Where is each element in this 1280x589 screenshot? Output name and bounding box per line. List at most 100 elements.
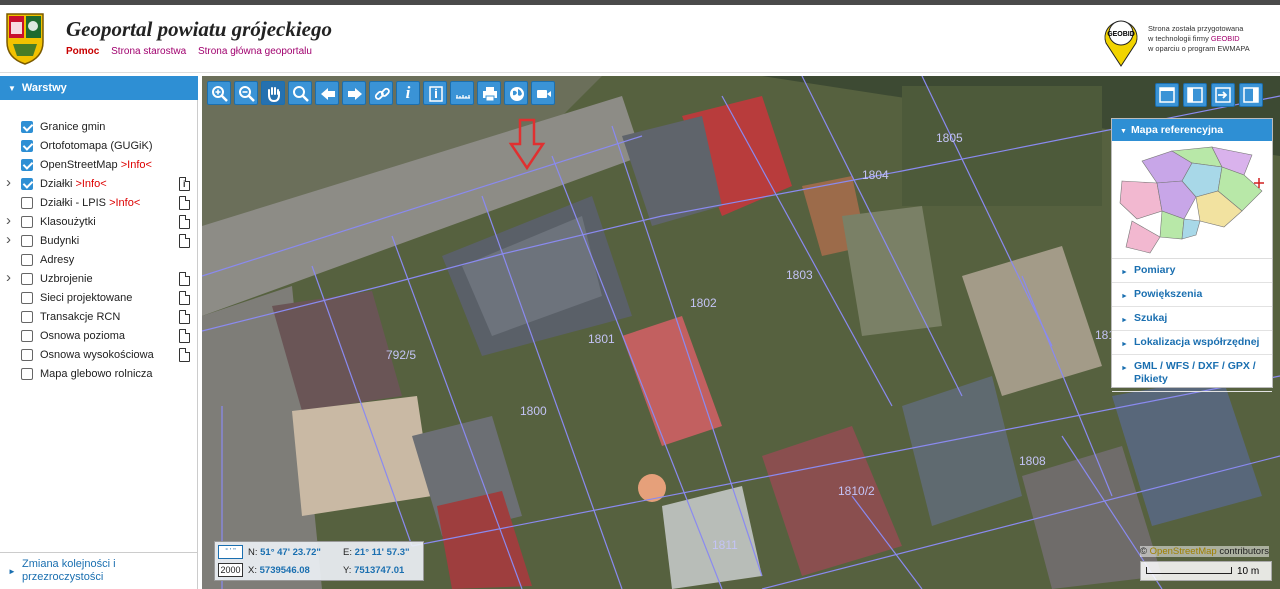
info-icon: i (405, 83, 411, 102)
layer-item[interactable]: Działki - LPIS >Info< (0, 194, 198, 213)
print-button[interactable] (477, 81, 501, 105)
layer-info-document-icon[interactable] (179, 177, 190, 191)
layer-info-link[interactable]: >Info< (121, 159, 152, 171)
layer-order-label-1: Zmiana kolejności i (22, 558, 116, 570)
back-button[interactable] (315, 81, 339, 105)
layer-document-icon[interactable] (179, 196, 190, 210)
layer-item[interactable]: Adresy (0, 251, 198, 270)
layer-document-icon[interactable] (179, 310, 190, 324)
layer-info-link[interactable]: >Info< (109, 197, 140, 209)
layer-checkbox[interactable] (21, 197, 33, 209)
info-button[interactable]: i (396, 81, 420, 105)
y-label: Y: (343, 565, 352, 576)
layer-checkbox[interactable] (21, 273, 33, 285)
layer-checkbox[interactable] (21, 254, 33, 266)
pan-button[interactable] (261, 81, 285, 105)
reference-menu-label: Szukaj (1134, 312, 1168, 324)
zoom-window-button[interactable] (288, 81, 312, 105)
layers-panel-header[interactable]: ▼ Warstwy (0, 76, 198, 100)
layer-document-icon[interactable] (179, 272, 190, 286)
layers-panel-title: Warstwy (21, 82, 67, 94)
layers-sidebar: ▼ Warstwy Granice gmin Ortofotomapa (GUGiK… (0, 76, 198, 589)
reference-menu-item[interactable]: ► GML / WFS / DXF / GPX / Pikiety (1112, 355, 1272, 392)
layout-export-button[interactable] (1211, 83, 1235, 107)
layer-checkbox[interactable] (21, 121, 33, 133)
zoom-out-button[interactable] (234, 81, 258, 105)
layer-checkbox[interactable] (21, 140, 33, 152)
layer-document-icon[interactable] (179, 348, 190, 362)
layer-info-link[interactable]: >Info< (75, 178, 106, 190)
chevron-right-icon[interactable]: › (6, 212, 11, 229)
layer-checkbox[interactable] (21, 330, 33, 342)
geoportal-home-link[interactable]: Strona główna geoportalu (198, 46, 312, 57)
reference-map-title: Mapa referencyjna (1130, 124, 1224, 136)
layer-checkbox[interactable] (21, 178, 33, 190)
layer-checkbox[interactable] (21, 368, 33, 380)
layer-label: Budynki (40, 235, 79, 247)
chevron-right-icon[interactable]: › (6, 174, 11, 191)
globe-button[interactable] (504, 81, 528, 105)
pan-hand-icon (268, 87, 280, 102)
layer-item[interactable]: › Uzbrojenie (0, 269, 198, 289)
geobid-logo[interactable]: GEOBID (1102, 15, 1140, 67)
layer-checkbox[interactable] (21, 349, 33, 361)
parcel-number-label: 1811 (712, 538, 738, 552)
layer-checkbox[interactable] (21, 311, 33, 323)
x-value: 5739546.08 (259, 565, 310, 576)
layer-name: Mapa glebowo rolnicza (40, 368, 153, 380)
layer-item[interactable]: Osnowa pozioma (0, 327, 198, 346)
county-overview-map[interactable] (1112, 141, 1272, 259)
layer-item[interactable]: Osnowa wysokościowa (0, 346, 198, 365)
layout-right-button[interactable] (1239, 83, 1263, 107)
coordinate-format-toggle[interactable]: ° ' " (218, 545, 243, 559)
help-link[interactable]: Pomoc (66, 46, 99, 57)
parcel-number-label: 1801 (588, 332, 615, 346)
layer-label: OpenStreetMap >Info< (40, 159, 152, 171)
layout-full-button[interactable] (1155, 83, 1179, 107)
scale-input[interactable]: 2000 (218, 563, 243, 577)
zoom-out-icon (239, 86, 255, 102)
scale-bar-line (1146, 567, 1232, 574)
layer-checkbox[interactable] (21, 292, 33, 304)
reference-menu-item[interactable]: ► Lokalizacja współrzędnej (1112, 331, 1272, 355)
chevron-right-icon: ► (1121, 269, 1128, 276)
layer-item[interactable]: › Działki >Info< (0, 174, 198, 194)
chevron-right-icon[interactable]: › (6, 231, 11, 248)
layer-item[interactable]: › Klasoużytki (0, 212, 198, 232)
county-office-link[interactable]: Strona starostwa (111, 46, 186, 57)
geobid-credit-line2: w technologii firmy GEOBID (1148, 34, 1276, 44)
osm-link[interactable]: OpenStreetMap (1150, 546, 1217, 557)
layer-document-icon[interactable] (179, 234, 190, 248)
layer-item[interactable]: › Budynki (0, 231, 198, 251)
reference-map-header[interactable]: ▼ Mapa referencyjna (1112, 119, 1272, 141)
layer-document-icon[interactable] (179, 291, 190, 305)
layer-item[interactable]: Granice gmin (0, 118, 198, 137)
reference-menu-item[interactable]: ► Szukaj (1112, 307, 1272, 331)
layer-item[interactable]: Sieci projektowane (0, 289, 198, 308)
layer-item[interactable]: Transakcje RCN (0, 308, 198, 327)
forward-button[interactable] (342, 81, 366, 105)
layer-item[interactable]: Ortofotomapa (GUGiK) (0, 137, 198, 156)
layer-item[interactable]: OpenStreetMap >Info< (0, 156, 198, 175)
layer-checkbox[interactable] (21, 235, 33, 247)
layer-document-icon[interactable] (179, 215, 190, 229)
layer-label: Osnowa pozioma (40, 330, 125, 342)
chevron-right-icon[interactable]: › (6, 269, 11, 286)
layout-left-button[interactable] (1183, 83, 1207, 107)
measure-button[interactable] (450, 81, 474, 105)
link-button[interactable] (369, 81, 393, 105)
reference-menu-item[interactable]: ► Pomiary (1112, 259, 1272, 283)
map-view[interactable]: 1805 1804 1803 1802 1801 792/5 1800 181 1810/2 18… (202, 76, 1280, 589)
zoom-in-button[interactable] (207, 81, 231, 105)
info-list-button[interactable] (423, 81, 447, 105)
layer-checkbox[interactable] (21, 159, 33, 171)
reference-menu-item[interactable]: ► Powiększenia (1112, 283, 1272, 307)
layer-checkbox[interactable] (21, 216, 33, 228)
video-button[interactable] (531, 81, 555, 105)
reference-map[interactable] (1112, 141, 1272, 259)
layer-document-icon[interactable] (179, 329, 190, 343)
layer-item[interactable]: Mapa glebowo rolnicza (0, 365, 198, 384)
layer-order-button[interactable]: ► Zmiana kolejności i przezroczystości (0, 552, 198, 589)
geobid-brand-link[interactable]: GEOBID (1211, 34, 1240, 43)
longitude-label: E: (343, 547, 352, 558)
